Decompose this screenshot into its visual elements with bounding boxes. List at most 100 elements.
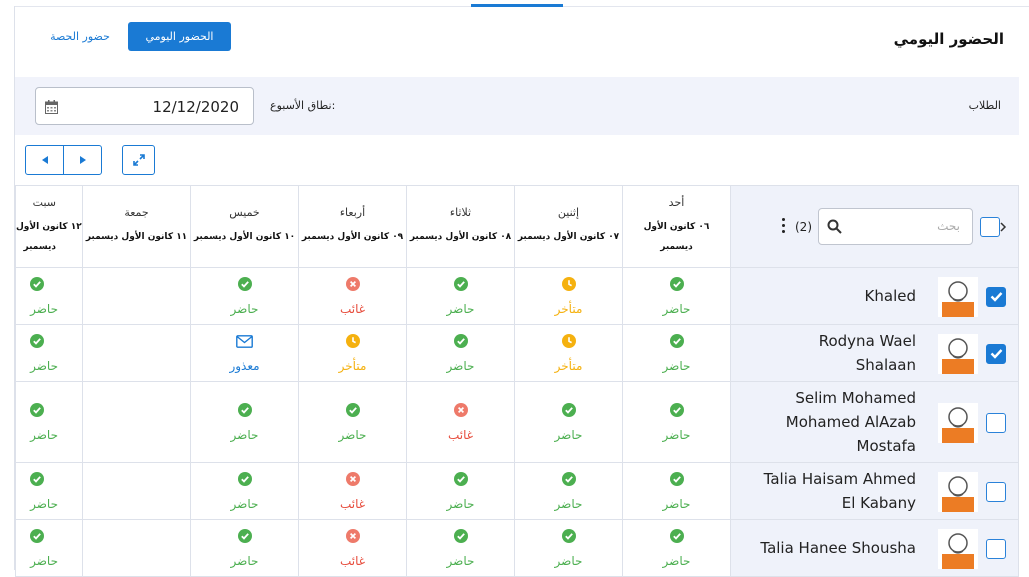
- attendance-cell[interactable]: [82, 267, 191, 325]
- attendance-cell[interactable]: [82, 519, 191, 577]
- attendance-cell[interactable]: غائب: [298, 462, 407, 520]
- student-cell: Talia Haisam Ahmed El Kabany: [730, 462, 1019, 520]
- attendance-cell[interactable]: حاضر: [622, 462, 731, 520]
- attendance-cell[interactable]: غائب: [406, 381, 515, 463]
- status-icon: [669, 402, 684, 421]
- attendance-cell[interactable]: معذور: [190, 324, 299, 382]
- check-circle-icon: [237, 529, 252, 543]
- status-label: حاضر: [230, 302, 259, 316]
- check-circle-icon: [237, 403, 252, 417]
- attendance-cell[interactable]: حاضر: [15, 519, 83, 577]
- class-attendance-button[interactable]: حضور الحصة: [40, 22, 120, 51]
- attendance-cell[interactable]: [82, 381, 191, 463]
- x-circle-icon: [345, 472, 360, 486]
- attendance-cell[interactable]: حاضر: [190, 519, 299, 577]
- attendance-cell[interactable]: غائب: [298, 267, 407, 325]
- status-label: غائب: [447, 428, 474, 442]
- row-checkbox[interactable]: [986, 343, 1006, 364]
- x-circle-icon: [453, 403, 468, 417]
- day-header: أربعاء ٠٩ كانون الأول ديسمبر: [298, 185, 407, 268]
- status-icon: [30, 333, 44, 352]
- clock-icon: [561, 277, 576, 291]
- clock-icon: [345, 334, 360, 348]
- day-header: جمعة ١١ كانون الأول ديسمبر: [82, 185, 191, 268]
- attendance-cell[interactable]: متأخر: [298, 324, 407, 382]
- attendance-cell[interactable]: [82, 462, 191, 520]
- attendance-cell[interactable]: متأخر: [514, 324, 623, 382]
- status-label: غائب: [339, 497, 366, 511]
- attendance-cell[interactable]: غائب: [298, 519, 407, 577]
- student-cell: Khaled: [730, 267, 1019, 325]
- status-label: حاضر: [230, 554, 259, 568]
- attendance-cell[interactable]: حاضر: [15, 381, 83, 463]
- attendance-cell[interactable]: حاضر: [622, 519, 731, 577]
- status-icon: [561, 333, 576, 352]
- status-label: حاضر: [554, 554, 583, 568]
- attendance-cell[interactable]: حاضر: [622, 324, 731, 382]
- attendance-cell[interactable]: حاضر: [514, 519, 623, 577]
- student-row: حاضر حاضر غائب حاضر متأخر حاضر Khaled: [15, 267, 1019, 325]
- next-week-button[interactable]: [64, 146, 101, 174]
- status-icon: [669, 276, 684, 295]
- row-checkbox[interactable]: [986, 538, 1006, 559]
- attendance-cell[interactable]: حاضر: [190, 381, 299, 463]
- attendance-cell[interactable]: حاضر: [15, 324, 83, 382]
- attendance-cell[interactable]: حاضر: [622, 267, 731, 325]
- search-placeholder: بحث: [937, 219, 960, 233]
- status-label: حاضر: [446, 302, 475, 316]
- status-label: معذور: [229, 359, 260, 373]
- attendance-cell[interactable]: متأخر: [514, 267, 623, 325]
- status-label: غائب: [339, 302, 366, 316]
- attendance-cell[interactable]: حاضر: [298, 381, 407, 463]
- status-icon: [453, 402, 468, 421]
- date-input[interactable]: 12/12/2020: [35, 87, 254, 125]
- student-cell: Rodyna Wael Shalaan: [730, 324, 1019, 382]
- attendance-cell[interactable]: حاضر: [406, 519, 515, 577]
- clock-icon: [561, 334, 576, 348]
- row-checkbox[interactable]: [986, 481, 1006, 502]
- check-circle-icon: [30, 334, 44, 348]
- day-header: ثلاثاء ٠٨ كانون الأول ديسمبر: [406, 185, 515, 268]
- status-icon: [30, 471, 44, 490]
- day-header: إثنين ٠٧ كانون الأول ديسمبر: [514, 185, 623, 268]
- more-options-icon[interactable]: [780, 217, 786, 235]
- attendance-cell[interactable]: حاضر: [622, 381, 731, 463]
- row-checkbox[interactable]: [986, 286, 1006, 307]
- search-input[interactable]: بحث: [818, 208, 973, 245]
- check-circle-icon: [30, 277, 44, 291]
- status-icon: [30, 528, 44, 547]
- attendance-cell[interactable]: حاضر: [514, 381, 623, 463]
- select-all-checkbox[interactable]: [980, 217, 1000, 237]
- row-checkbox[interactable]: [986, 412, 1006, 433]
- day-name: ثلاثاء: [449, 206, 472, 219]
- attendance-cell[interactable]: حاضر: [514, 462, 623, 520]
- header-row: سبت ١٢ كانون الأول ديسمبر جمعة ١١ كانون الأو…: [15, 185, 1019, 268]
- daily-attendance-button[interactable]: الحضور اليومي: [128, 22, 231, 51]
- status-icon: [453, 471, 468, 490]
- attendance-cell[interactable]: [82, 324, 191, 382]
- attendance-cell[interactable]: حاضر: [190, 267, 299, 325]
- calendar-icon[interactable]: [45, 99, 58, 118]
- attendance-cell[interactable]: حاضر: [406, 267, 515, 325]
- status-label: متأخر: [338, 359, 367, 373]
- expand-button[interactable]: [122, 145, 155, 175]
- attendance-cell[interactable]: حاضر: [190, 462, 299, 520]
- status-icon: [237, 471, 252, 490]
- status-icon: [453, 333, 468, 352]
- page-title: الحضور اليومي: [893, 30, 1004, 48]
- day-date: ١١ كانون الأول ديسمبر: [85, 232, 188, 242]
- x-circle-icon: [345, 529, 360, 543]
- student-cell: Talia Hanee Shousha: [730, 519, 1019, 577]
- day-header: خميس ١٠ كانون الأول ديسمبر: [190, 185, 299, 268]
- check-circle-icon: [669, 403, 684, 417]
- attendance-cell[interactable]: حاضر: [406, 324, 515, 382]
- attendance-cell[interactable]: حاضر: [15, 267, 83, 325]
- attendance-cell[interactable]: حاضر: [15, 462, 83, 520]
- x-circle-icon: [345, 277, 360, 291]
- attendance-cell[interactable]: حاضر: [406, 462, 515, 520]
- status-label: حاضر: [662, 554, 691, 568]
- week-nav: [25, 145, 102, 175]
- check-circle-icon: [30, 529, 44, 543]
- prev-week-button[interactable]: [26, 146, 64, 174]
- student-row: حاضر حاضر غائب حاضر حاضر حاضر Talia Hanee Shou…: [15, 519, 1019, 577]
